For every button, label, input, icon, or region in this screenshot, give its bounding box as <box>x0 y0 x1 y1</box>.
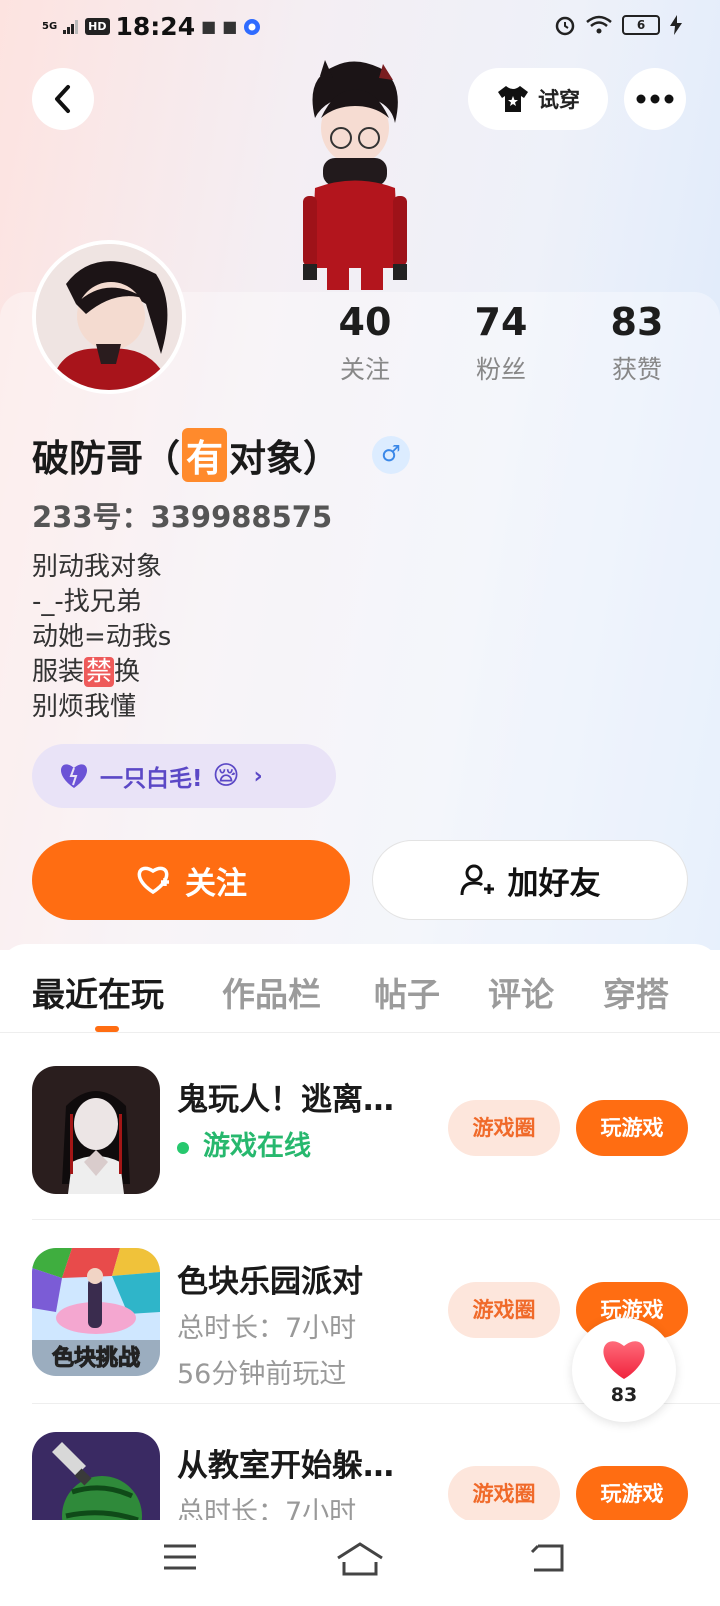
stat-following-count: 40 <box>338 300 392 344</box>
more-options-button[interactable] <box>624 68 686 130</box>
divider <box>0 1032 720 1033</box>
game-playtime: 总时长：7小时 <box>177 1313 357 1344</box>
bio-tag: 禁 <box>84 657 115 687</box>
try-on-label: 试穿 <box>538 88 580 112</box>
follow-button[interactable]: 关注 <box>32 840 350 920</box>
user-id: 233号：339988575 <box>32 500 333 534</box>
stat-fans[interactable]: 74 粉丝 <box>446 300 556 386</box>
stat-likes-count: 83 <box>610 300 664 344</box>
heart-icon <box>60 764 88 788</box>
bio-text: 换 <box>114 657 141 687</box>
follow-label: 关注 <box>185 865 247 902</box>
heart-icon <box>603 1341 645 1379</box>
video-icon: ■ <box>201 17 217 36</box>
bio-line: 别烦我懂 <box>32 692 137 722</box>
stat-following-label: 关注 <box>339 355 390 384</box>
system-navigation-bar <box>0 1520 720 1606</box>
add-user-icon <box>460 864 494 896</box>
game-icon <box>32 1432 160 1520</box>
like-count: 83 <box>610 1384 638 1406</box>
bio-line: 服装禁换 <box>32 655 171 690</box>
back-nav-icon[interactable] <box>530 1542 566 1574</box>
bio: 别动我对象 -_-找兄弟 动她=动我s 服装禁换 别烦我懂 <box>32 550 171 725</box>
bio-line: 动她=动我s <box>32 622 172 652</box>
wifi-icon <box>586 15 612 34</box>
tshirt-icon <box>498 86 528 112</box>
tab-recently-played[interactable]: 最近在玩 <box>32 968 164 1016</box>
game-title: 鬼玩人！逃离… <box>177 1082 394 1118</box>
tab-comments[interactable]: 评论 <box>488 968 554 1016</box>
battery-indicator: 6 <box>622 15 660 35</box>
chevron-right-icon: › <box>253 763 263 789</box>
tab-works[interactable]: 作品栏 <box>222 968 321 1016</box>
game-title: 从教室开始躲… <box>177 1448 394 1484</box>
home-icon[interactable] <box>336 1542 384 1576</box>
stat-likes[interactable]: 83 获赞 <box>582 300 692 386</box>
game-playtime: 总时长：7小时 <box>177 1497 357 1520</box>
stat-likes-label: 获赞 <box>611 355 662 384</box>
bio-line: 别动我对象 <box>32 552 163 582</box>
game-status-text: 游戏在线 <box>203 1131 311 1162</box>
name-tag: 有 <box>182 428 227 482</box>
stat-fans-count: 74 <box>474 300 528 344</box>
signal-indicator: 5G <box>42 20 58 32</box>
clock: 18:24 <box>115 12 196 41</box>
badge-label: 一只白毛! <box>100 766 203 792</box>
game-icon-caption: 色块挑战 <box>51 1346 140 1372</box>
game-title: 色块乐园派对 <box>177 1264 363 1300</box>
game-circle-button[interactable]: 游戏圈 <box>448 1282 560 1338</box>
game-icon-image <box>32 1066 160 1194</box>
stat-fans-label: 粉丝 <box>475 355 526 384</box>
menu-icon[interactable] <box>162 1542 198 1572</box>
game-icon-image <box>32 1432 160 1520</box>
stat-following[interactable]: 40 关注 <box>310 300 420 386</box>
add-friend-label: 加好友 <box>507 865 601 902</box>
status-bar: 5G HD 18:24 ■ ■ 6 <box>0 0 720 56</box>
alarm-icon <box>555 16 575 36</box>
bio-line: -_-找兄弟 <box>32 587 142 617</box>
game-circle-button[interactable]: 游戏圈 <box>448 1100 560 1156</box>
camera-icon: ■ <box>222 17 238 36</box>
back-arrow-icon <box>55 85 70 113</box>
bio-text: 服装 <box>32 657 85 687</box>
name-prefix: 破防哥（ <box>32 437 180 480</box>
tab-posts[interactable]: 帖子 <box>374 968 440 1016</box>
relationship-badge[interactable]: 一只白毛! 😪 › <box>32 744 336 808</box>
game-item[interactable]: 鬼玩人！逃离… 游戏在线 游戏圈 玩游戏 <box>0 1034 720 1220</box>
add-friend-button[interactable]: 加好友 <box>372 840 688 920</box>
game-icon: 色块挑战 <box>32 1248 160 1376</box>
game-status: 游戏在线 <box>177 1124 311 1163</box>
tab-outfits[interactable]: 穿搭 <box>603 968 669 1016</box>
game-last-played: 56分钟前玩过 <box>177 1359 347 1390</box>
badge-emoji: 😪 <box>212 761 240 791</box>
more-dots-icon <box>636 94 674 104</box>
try-on-button[interactable]: 试穿 <box>468 68 608 130</box>
game-icon <box>32 1066 160 1194</box>
avatar-character-image <box>303 60 407 290</box>
avatar-image <box>36 244 182 390</box>
like-float-button[interactable]: 83 <box>572 1318 676 1422</box>
profile-name: 破防哥（有对象） <box>32 428 340 482</box>
back-button[interactable] <box>32 68 94 130</box>
heart-plus-icon <box>137 866 169 895</box>
avatar[interactable] <box>32 240 186 394</box>
play-game-button[interactable]: 玩游戏 <box>576 1466 688 1520</box>
tab-bar: 最近在玩 作品栏 帖子 评论 穿搭 <box>0 944 720 1034</box>
app-notification-icon <box>244 18 261 35</box>
gender-male-icon: ♂ <box>372 436 410 474</box>
name-suffix: 对象） <box>229 437 340 480</box>
play-game-button[interactable]: 玩游戏 <box>576 1100 688 1156</box>
game-circle-button[interactable]: 游戏圈 <box>448 1466 560 1520</box>
online-dot-icon <box>177 1141 189 1154</box>
signal-bars-icon <box>63 19 79 34</box>
hd-indicator: HD <box>85 18 110 35</box>
charging-icon <box>670 15 682 35</box>
